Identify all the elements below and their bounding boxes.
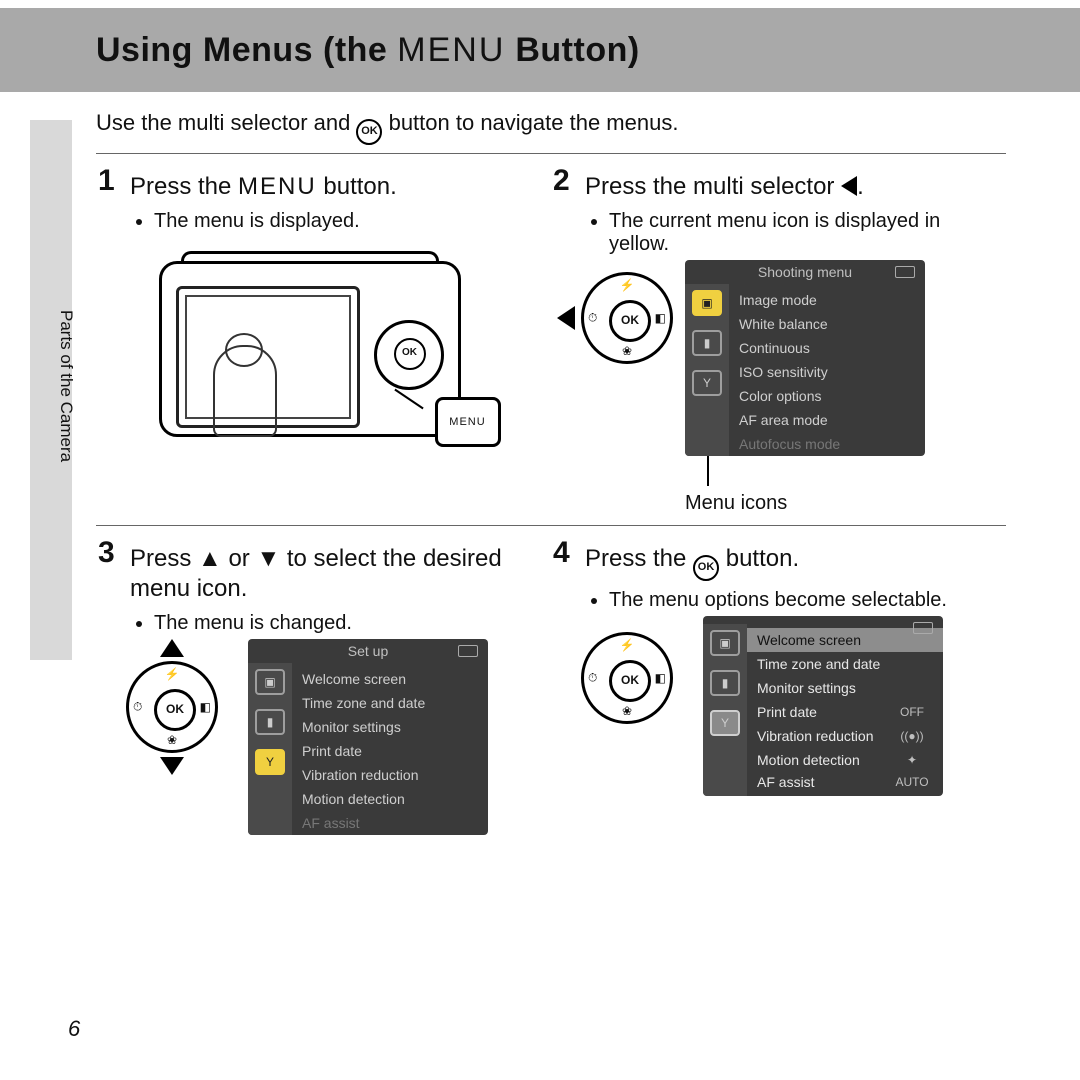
step-title: Press the MENU button.: [130, 172, 541, 202]
ok-button-icon: OK: [356, 119, 382, 145]
list-item: AF assist: [292, 811, 488, 831]
list-item: Image mode: [729, 288, 925, 312]
list-item: Monitor settings: [292, 715, 488, 739]
multi-selector-left: ⚡❀⏱◧ OK: [557, 272, 673, 364]
list-item: Time zone and date: [747, 652, 943, 676]
ok-button-icon: OK: [693, 555, 719, 581]
list-item: Continuous: [729, 336, 925, 360]
list-item: Welcome screen: [292, 667, 488, 691]
camera-illustration: OK MENU: [159, 251, 479, 441]
lcd-setup-menu: Set up ▣ ▮ Y Welcome screen Time zone an…: [248, 639, 488, 835]
step-4: 4 Press the OK button. The menu options …: [551, 525, 1006, 845]
section-title: Using Menus (the MENU Button): [96, 31, 640, 70]
camera-mode-icon: ▣: [692, 290, 722, 316]
step-3: 3 Press ▲ or ▼ to select the desired men…: [96, 525, 551, 845]
list-item: Print dateOFF: [747, 700, 943, 724]
camera-mode-icon: ▣: [255, 669, 285, 695]
ok-button-icon: OK: [609, 660, 651, 702]
step-title: Press the OK button.: [585, 544, 996, 581]
setup-mode-icon: Y: [255, 749, 285, 775]
step-number: 1: [98, 164, 115, 198]
list-item: Autofocus mode: [729, 432, 925, 452]
list-item: White balance: [729, 312, 925, 336]
lcd-title: Set up: [348, 643, 388, 659]
step-1: 1 Press the MENU button. The menu is dis…: [96, 153, 551, 525]
caption: Menu icons: [685, 492, 787, 515]
step-bullet: The menu is displayed.: [154, 210, 541, 233]
lcd-shooting-menu: Shooting menu ▣ ▮ Y Image mode White bal…: [685, 260, 925, 456]
list-item: Monitor settings: [747, 676, 943, 700]
step-title: Press the multi selector .: [585, 172, 996, 202]
left-arrow-icon: [841, 176, 857, 196]
intro-text: Use the multi selector and OK button to …: [96, 110, 1080, 145]
up-arrow-icon: [160, 639, 184, 657]
step-title: Press ▲ or ▼ to select the desired menu …: [130, 544, 541, 604]
menu-glyph: MENU: [238, 173, 317, 200]
multi-selector-updown: ⚡❀⏱◧ OK: [126, 639, 218, 775]
list-item: AF area mode: [729, 408, 925, 432]
list-item: Vibration reduction((●)): [747, 724, 943, 748]
setup-mode-icon: Y: [710, 710, 740, 736]
video-mode-icon: ▮: [255, 709, 285, 735]
list-item: ISO sensitivity: [729, 360, 925, 384]
menu-glyph: MENU: [397, 31, 505, 69]
ok-button-icon: OK: [154, 689, 196, 731]
list-item: Print date: [292, 739, 488, 763]
title-suffix: Button): [505, 31, 639, 69]
menu-button-callout: MENU: [435, 397, 501, 447]
list-item: Color options: [729, 384, 925, 408]
battery-icon: [895, 266, 915, 278]
camera-mode-icon: ▣: [710, 630, 740, 656]
step-number: 4: [553, 536, 570, 570]
list-item: Vibration reduction: [292, 763, 488, 787]
battery-icon: [913, 622, 933, 634]
intro-suffix: button to navigate the menus.: [382, 110, 678, 135]
step-bullet: The current menu icon is displayed in ye…: [609, 210, 996, 256]
chapter-label: Parts of the Camera: [56, 310, 76, 462]
ok-button-icon: OK: [394, 338, 426, 370]
battery-icon: [458, 645, 478, 657]
step-number: 3: [98, 536, 115, 570]
video-mode-icon: ▮: [710, 670, 740, 696]
section-title-bar: Using Menus (the MENU Button): [0, 8, 1080, 92]
pointer-line: [707, 456, 709, 486]
step-bullet: The menu is changed.: [154, 612, 541, 635]
video-mode-icon: ▮: [692, 330, 722, 356]
list-item: Time zone and date: [292, 691, 488, 715]
lcd-setup-options: ▣ ▮ Y Welcome screen Time zone and date …: [703, 616, 943, 796]
title-prefix: Using Menus (the: [96, 31, 397, 69]
step-2: 2 Press the multi selector . The current…: [551, 153, 1006, 525]
multi-selector: ⚡❀⏱◧ OK: [581, 632, 673, 724]
step-number: 2: [553, 164, 570, 198]
page-number: 6: [68, 1016, 80, 1042]
step-bullet: The menu options become selectable.: [609, 589, 996, 612]
intro-prefix: Use the multi selector and: [96, 110, 356, 135]
list-item: Motion detection: [292, 787, 488, 811]
ok-button-icon: OK: [609, 300, 651, 342]
lcd-title: Shooting menu: [758, 264, 852, 280]
list-item: AF assistAUTO: [747, 772, 943, 792]
list-item: Motion detection✦: [747, 748, 943, 772]
left-arrow-icon: [557, 306, 575, 330]
setup-mode-icon: Y: [692, 370, 722, 396]
down-arrow-icon: [160, 757, 184, 775]
